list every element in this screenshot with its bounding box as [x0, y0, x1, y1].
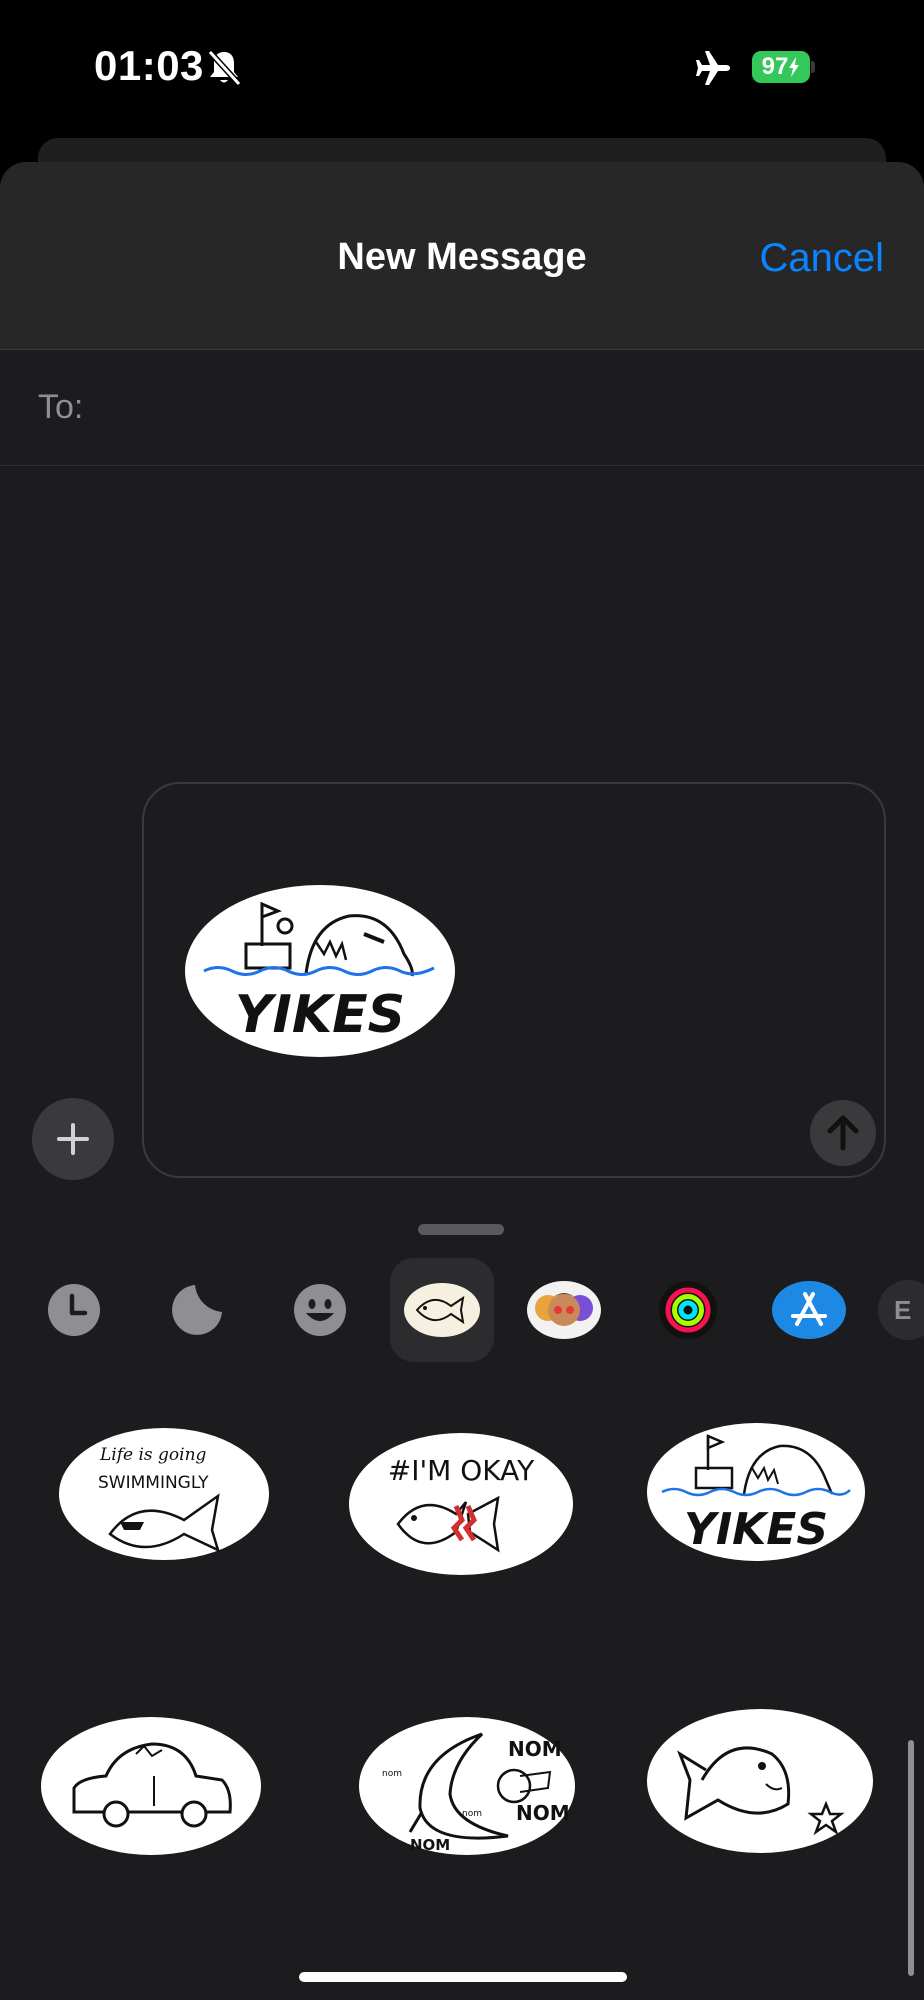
sticker-okay-text: #I'M OKAY: [388, 1454, 535, 1487]
emoji-icon: [294, 1284, 346, 1336]
app-emoji[interactable]: [268, 1258, 372, 1362]
sticker-yikes[interactable]: YIKES: [646, 1422, 866, 1562]
nav-bar: New Message Cancel: [0, 162, 924, 350]
app-more[interactable]: E: [878, 1258, 924, 1362]
cancel-button[interactable]: Cancel: [759, 236, 884, 281]
imessage-app-strip: E: [0, 1258, 924, 1364]
sticker-swimmingly-line1: Life is going: [99, 1445, 207, 1465]
app-stickers-moon[interactable]: [145, 1258, 249, 1362]
plus-icon: [57, 1123, 89, 1155]
sticker-nom-small: nom: [382, 1769, 402, 1779]
recents-icon: [48, 1284, 100, 1336]
airplane-mode-icon: [696, 51, 730, 85]
sticker-nom-big-3: NOM: [410, 1836, 450, 1854]
app-store-icon: [772, 1281, 846, 1339]
attached-yikes-sticker[interactable]: YIKES: [184, 884, 456, 1058]
sticker-fish-starfish[interactable]: [646, 1708, 874, 1854]
sticker-swimmingly[interactable]: Life is going SWIMMINGLY: [58, 1426, 270, 1562]
recipient-field[interactable]: To:: [0, 350, 924, 466]
home-indicator[interactable]: [299, 1972, 627, 1982]
to-label: To:: [38, 388, 84, 426]
send-button[interactable]: [810, 1100, 876, 1166]
sticker-im-okay[interactable]: #I'M OKAY: [348, 1432, 574, 1576]
app-activity[interactable]: [636, 1258, 740, 1362]
sticker-swimmingly-line2: SWIMMINGLY: [98, 1473, 209, 1493]
silent-mode-bell-icon: [207, 49, 242, 87]
add-attachment-button[interactable]: [32, 1098, 114, 1180]
status-bar: 01:03 97: [0, 0, 924, 130]
message-input[interactable]: YIKES: [142, 782, 886, 1178]
sticker-nom-big-1: NOM: [508, 1737, 562, 1761]
app-recents[interactable]: [22, 1258, 126, 1362]
more-apps-icon: E: [878, 1280, 924, 1340]
app-memoji[interactable]: [512, 1258, 616, 1362]
memoji-icon: [527, 1281, 601, 1339]
app-fish-stickers[interactable]: [390, 1258, 494, 1362]
sticker-nom[interactable]: NOM NOM NOM nom nom: [358, 1716, 576, 1856]
sticker-car[interactable]: [40, 1716, 262, 1856]
attached-sticker-text: YIKES: [235, 985, 405, 1045]
charging-bolt-icon: [789, 57, 800, 77]
sticker-nom-small-2: nom: [462, 1809, 482, 1819]
arrow-up-icon: [827, 1115, 859, 1151]
activity-icon: [659, 1281, 717, 1339]
battery-indicator: 97: [752, 51, 810, 83]
status-time: 01:03: [94, 42, 204, 89]
battery-level: 97: [761, 53, 789, 80]
battery-terminal: [811, 61, 815, 73]
moon-sticker-icon: [172, 1285, 222, 1335]
sticker-nom-big-2: NOM: [516, 1801, 570, 1825]
scroll-indicator: [908, 1740, 914, 1976]
fish-sticker-pack-icon: [404, 1283, 480, 1337]
sticker-yikes-text: YIKES: [684, 1504, 828, 1555]
drawer-grabber[interactable]: [418, 1224, 504, 1235]
app-store[interactable]: [757, 1258, 861, 1362]
new-message-sheet: New Message Cancel To: YIKES E Life is g…: [0, 162, 924, 2000]
more-apps-label: E: [894, 1294, 912, 1325]
